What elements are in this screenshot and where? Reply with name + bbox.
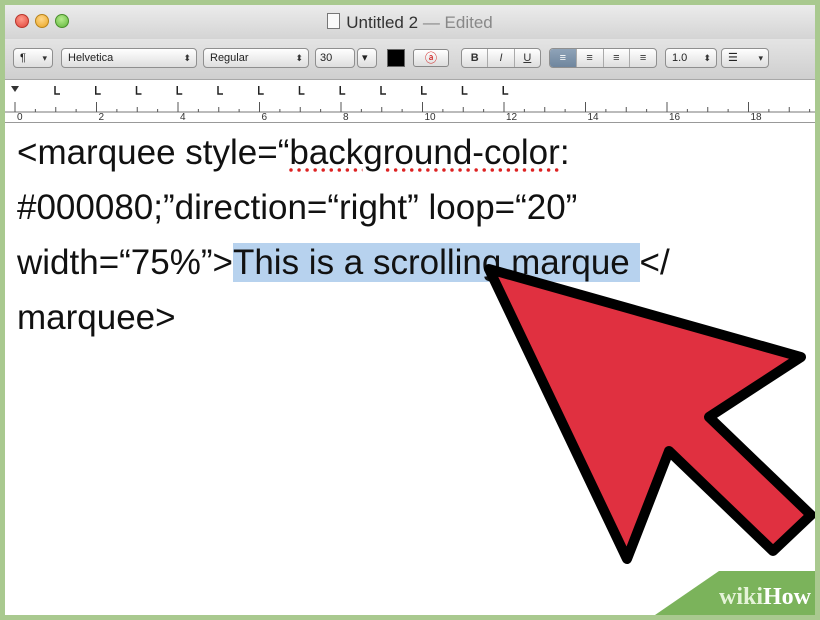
document-name: Untitled 2 bbox=[346, 13, 419, 32]
ruler-label: 18 bbox=[751, 112, 763, 122]
no-color-icon: ⓐ bbox=[424, 51, 437, 65]
align-center-icon[interactable]: ≡ bbox=[577, 49, 604, 67]
watermark-logo: wikiHow bbox=[718, 584, 811, 610]
tab-stop-icon[interactable] bbox=[258, 86, 264, 95]
chevron-down-icon: ▾ bbox=[758, 53, 763, 63]
ruler-label: 16 bbox=[669, 112, 681, 122]
tab-stop-icon[interactable] bbox=[339, 86, 346, 95]
misspelled-word: background-color bbox=[289, 133, 560, 172]
font-style-buttons: B I U bbox=[461, 48, 541, 68]
align-justify-icon[interactable]: ≡ bbox=[630, 49, 656, 67]
title-separator: — bbox=[422, 13, 440, 32]
tab-stop-icon[interactable] bbox=[217, 86, 223, 95]
text-color-swatch[interactable] bbox=[387, 49, 405, 67]
font-size-value: 30 bbox=[320, 52, 333, 64]
tab-stop-icon[interactable] bbox=[298, 86, 305, 95]
font-size-menu-button[interactable]: ▾ bbox=[357, 48, 377, 68]
updown-arrows-icon: ⬍ bbox=[703, 53, 711, 63]
font-style-value: Regular bbox=[210, 52, 249, 64]
list-style-popup[interactable]: ☰ ▾ bbox=[721, 48, 769, 68]
italic-button[interactable]: I bbox=[488, 49, 515, 67]
ruler-label: 14 bbox=[588, 112, 600, 122]
tab-stop-icon[interactable] bbox=[380, 86, 386, 95]
updown-arrows-icon: ⬍ bbox=[183, 53, 191, 63]
font-size-field[interactable]: 30 bbox=[315, 48, 355, 68]
text-segment: : bbox=[559, 133, 570, 172]
text-line-1: <marquee style=“background-color: bbox=[17, 125, 812, 180]
text-line-2: #000080;”direction=“right” loop=“20” bbox=[17, 188, 578, 227]
font-family-popup[interactable]: Helvetica ⬍ bbox=[61, 48, 197, 68]
line-spacing-popup[interactable]: 1.0 ⬍ bbox=[665, 48, 717, 68]
updown-arrows-icon: ⬍ bbox=[295, 53, 303, 63]
edited-status: Edited bbox=[444, 13, 493, 32]
paragraph-style-popup[interactable]: ¶ ▾ bbox=[13, 48, 53, 68]
ruler-label: 6 bbox=[262, 112, 268, 122]
ruler-label: 2 bbox=[99, 112, 105, 122]
tab-stop-icon[interactable] bbox=[502, 86, 509, 95]
document-icon[interactable] bbox=[327, 13, 341, 29]
format-bar: ¶ ▾ Helvetica ⬍ Regular ⬍ 30 ▾ ⓐ B I U ≡… bbox=[5, 39, 815, 80]
tab-stop-icon[interactable] bbox=[461, 86, 468, 95]
pointer-arrow-icon bbox=[484, 264, 815, 564]
text-segment: width=“75%”> bbox=[17, 243, 233, 282]
font-style-popup[interactable]: Regular ⬍ bbox=[203, 48, 309, 68]
ruler-label: 0 bbox=[17, 112, 23, 122]
list-icon: ☰ bbox=[728, 52, 738, 64]
bold-button[interactable]: B bbox=[462, 49, 489, 67]
ruler-label: 8 bbox=[343, 112, 349, 122]
chevron-down-icon: ▾ bbox=[42, 53, 47, 63]
tab-stop-icon[interactable] bbox=[54, 86, 60, 95]
text-segment: <marquee style=“ bbox=[17, 133, 290, 172]
title-bar: Untitled 2 — Edited bbox=[5, 5, 815, 39]
ruler-scale: 02468101214161820 bbox=[5, 86, 815, 123]
line-spacing-value: 1.0 bbox=[672, 52, 688, 64]
window-frame: Untitled 2 — Edited ¶ ▾ Helvetica ⬍ Regu… bbox=[0, 0, 820, 620]
underline-button[interactable]: U bbox=[515, 49, 540, 67]
window-title: Untitled 2 — Edited bbox=[5, 13, 815, 33]
ruler-label: 10 bbox=[425, 112, 437, 122]
indent-marker-icon[interactable] bbox=[11, 86, 19, 92]
tab-stop-icon[interactable] bbox=[176, 86, 183, 95]
chevron-down-icon: ▾ bbox=[362, 52, 368, 64]
ruler-label: 4 bbox=[180, 112, 186, 122]
tab-stop-icon[interactable] bbox=[95, 86, 101, 95]
ruler-label: 12 bbox=[506, 112, 518, 122]
paragraph-style-icon: ¶ bbox=[20, 52, 26, 64]
ruler[interactable]: 02468101214161820 bbox=[5, 80, 815, 123]
align-left-icon[interactable]: ≡ bbox=[550, 49, 577, 67]
align-right-icon[interactable]: ≡ bbox=[604, 49, 631, 67]
alignment-buttons: ≡ ≡ ≡ ≡ bbox=[549, 48, 657, 68]
font-family-value: Helvetica bbox=[68, 52, 114, 64]
tab-stop-icon[interactable] bbox=[421, 86, 427, 95]
tab-stop-icon[interactable] bbox=[135, 86, 142, 95]
highlight-color-button[interactable]: ⓐ bbox=[413, 49, 449, 67]
